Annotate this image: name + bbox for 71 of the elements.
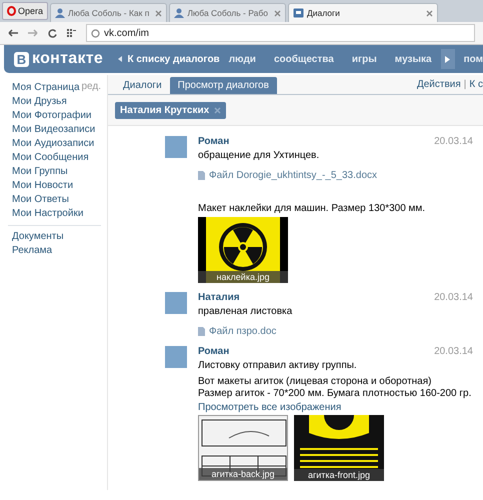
sidebar-item[interactable]: Мои Новости — [12, 179, 107, 193]
photo-placeholder[interactable]: наклейка.jpg — [198, 217, 288, 283]
globe-icon — [91, 28, 100, 38]
message-date: 20.03.14 — [434, 136, 473, 147]
site-logo[interactable]: В контакте — [4, 50, 110, 68]
sidebar-item[interactable]: Мои Сообщения — [12, 151, 107, 165]
close-icon[interactable] — [426, 10, 433, 16]
tab-title: Диалоги — [306, 8, 341, 18]
speed-dial-icon[interactable] — [67, 28, 76, 38]
image-caption: агитка-front.jpg — [294, 469, 384, 481]
nav-link[interactable]: люди — [220, 54, 265, 64]
sidebar-item[interactable]: Документы — [12, 230, 107, 244]
nav-link[interactable]: сообщества — [264, 54, 343, 64]
sidebar-item[interactable]: Мои Друзья — [12, 95, 107, 109]
tab-title: Люба Соболь - Рабо — [187, 8, 269, 18]
reload-icon[interactable] — [48, 28, 57, 38]
image-caption: наклейка.jpg — [198, 271, 288, 283]
message-text: Вот макеты агиток (лицевая сторона и оборотная) Размер агиток - 70*200 мм. Бумага плотностью 160-200 гр. — [198, 376, 472, 400]
file-link[interactable]: Файл Dorogie_ukhtintsy_-_5_33.docx — [198, 170, 483, 181]
browser-tab[interactable]: Диалоги — [288, 3, 438, 22]
chat-icon — [292, 8, 304, 18]
message-date: 20.03.14 — [434, 346, 473, 357]
tab[interactable]: Диалоги — [115, 77, 170, 94]
address-field[interactable]: vk.com/im — [86, 24, 475, 42]
user-icon — [174, 8, 184, 18]
tab[interactable]: Просмотр диалогов — [170, 77, 277, 94]
user-icon — [55, 8, 66, 18]
nav-link[interactable]: пом — [454, 54, 483, 64]
message-date: 20.03.14 — [434, 292, 473, 303]
file-link[interactable]: Файл пзро.doc — [198, 326, 483, 337]
caret-icon — [118, 56, 122, 62]
photo-placeholder[interactable]: агитка-back.jpg — [198, 415, 288, 481]
view-all-images-link[interactable]: Просмотреть все изображения — [198, 402, 483, 413]
browser-tab[interactable]: Люба Соболь - Как п — [50, 3, 168, 22]
author-name[interactable]: Наталия — [198, 292, 240, 303]
image-caption: агитка-back.jpg — [199, 468, 287, 480]
browser-logo-icon — [7, 6, 16, 16]
author-name[interactable]: Роман — [198, 346, 230, 357]
close-icon[interactable] — [274, 10, 281, 16]
separator: | — [464, 79, 466, 90]
message-text: Листовку отправил активу группы. — [198, 360, 358, 372]
contact-chip[interactable]: Наталия Крутских — [115, 102, 226, 118]
sidebar-item[interactable]: Реклама — [12, 244, 107, 258]
play-icon — [445, 56, 450, 62]
sidebar-item[interactable]: Моя Страница — [12, 81, 80, 95]
sidebar-item[interactable]: Мои Аудиозаписи — [12, 137, 107, 151]
browser-tab[interactable]: Люба Соболь - Рабо — [169, 3, 286, 22]
back-icon[interactable] — [8, 29, 18, 37]
sidebar-item[interactable]: Мои Фотографии — [12, 109, 107, 123]
message-text: Макет наклейки для машин. Размер 130*300 мм. — [198, 203, 426, 215]
close-icon[interactable] — [214, 106, 222, 114]
message-text: обращение для Ухтинцев. — [198, 150, 320, 162]
sidebar-item[interactable]: Мои Видеозаписи — [12, 123, 107, 137]
play-button[interactable] — [440, 49, 455, 69]
message-text: правленая листовка — [198, 306, 294, 318]
close-icon[interactable] — [155, 10, 162, 16]
back-to-dialogs-link[interactable]: К списку диалогов — [118, 54, 220, 64]
author-name[interactable]: Роман — [198, 136, 230, 147]
nav-link[interactable]: игры — [342, 54, 386, 64]
document-icon — [198, 171, 205, 180]
forward-icon[interactable] — [28, 29, 38, 37]
action-link[interactable]: К с — [469, 79, 483, 90]
sidebar-item[interactable]: Мои Настройки — [12, 207, 107, 221]
sidebar-item[interactable]: Мои Группы — [12, 165, 107, 179]
action-link[interactable]: Действия — [416, 79, 461, 90]
sidebar-item[interactable]: Мои Ответы — [12, 193, 107, 207]
tab-title: Люба Соболь - Как п — [68, 8, 150, 18]
nav-link[interactable]: музыка — [386, 54, 441, 64]
document-icon — [198, 327, 205, 336]
browser-menu-button[interactable]: Opera — [2, 2, 48, 20]
photo-placeholder[interactable]: агитка-front.jpg — [294, 415, 384, 481]
